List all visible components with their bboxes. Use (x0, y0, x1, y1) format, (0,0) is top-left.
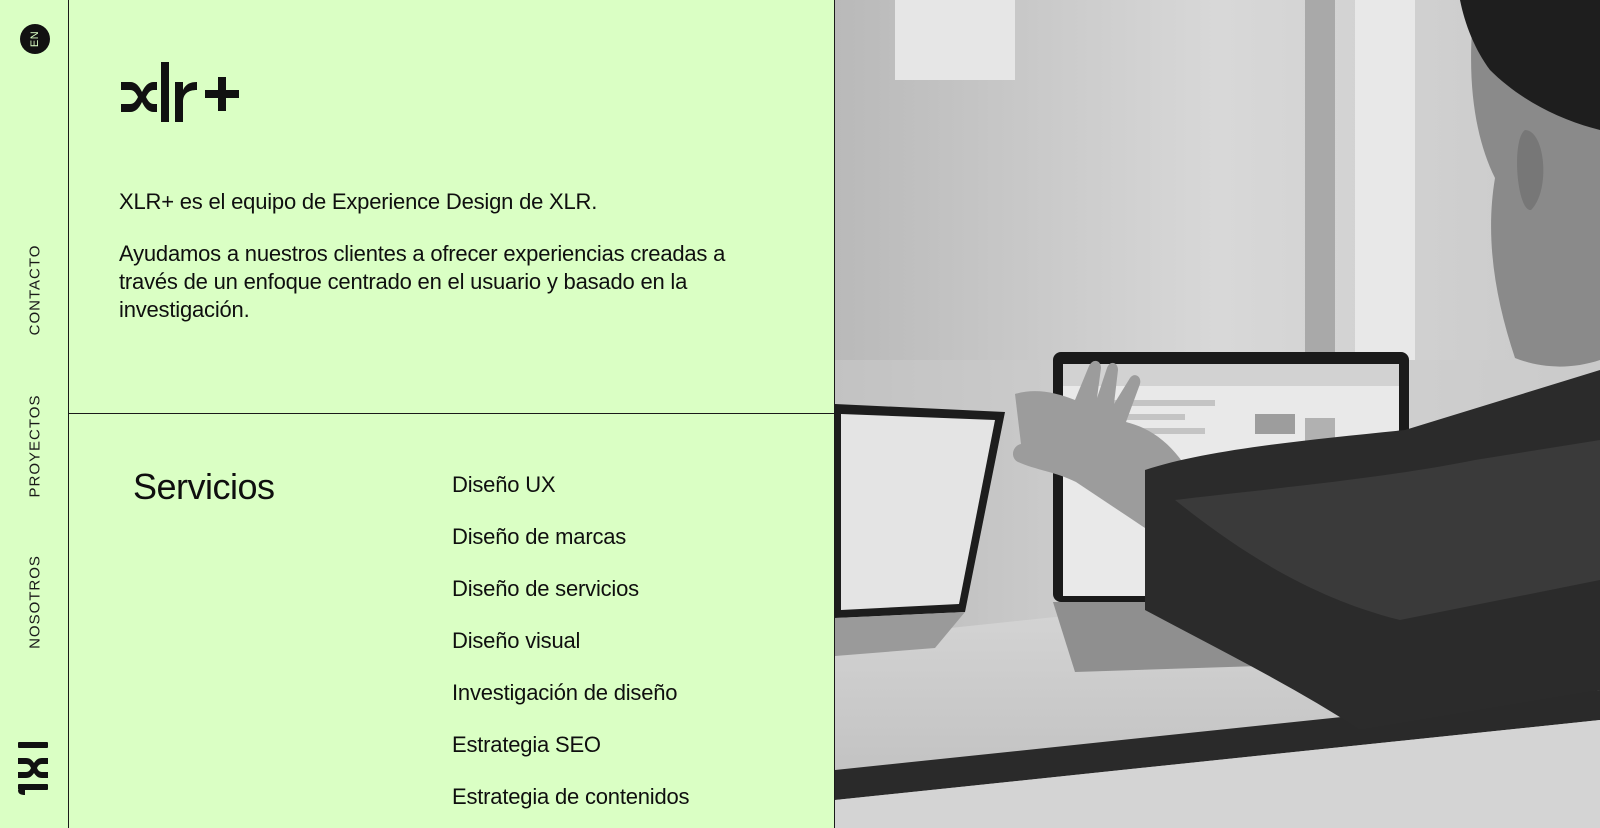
xlr-plus-logo-icon[interactable] (121, 60, 241, 124)
xlr-logo-icon[interactable] (14, 740, 52, 796)
hero-photo (835, 0, 1600, 828)
service-item-ux[interactable]: Diseño UX (452, 471, 689, 523)
nav-contacto[interactable]: CONTACTO (27, 245, 44, 336)
intro-line-1: XLR+ es el equipo de Experience Design d… (119, 189, 598, 214)
section-divider (69, 413, 835, 414)
nav-nosotros[interactable]: NOSOTROS (27, 555, 44, 649)
service-item-investigacion[interactable]: Investigación de diseño (452, 679, 689, 731)
service-item-marcas[interactable]: Diseño de marcas (452, 523, 689, 575)
service-item-seo[interactable]: Estrategia SEO (452, 731, 689, 783)
main-content: XLR+ es el equipo de Experience Design d… (69, 0, 835, 828)
service-item-servicios[interactable]: Diseño de servicios (452, 575, 689, 627)
intro-text: XLR+ es el equipo de Experience Design d… (119, 188, 779, 324)
language-switch-button[interactable]: EN (20, 24, 50, 54)
service-item-visual[interactable]: Diseño visual (452, 627, 689, 679)
nav-proyectos[interactable]: PROYECTOS (27, 395, 44, 498)
service-item-contenidos[interactable]: Estrategia de contenidos (452, 783, 690, 828)
side-rail: EN CONTACTO PROYECTOS NOSOTROS (0, 0, 69, 828)
page: EN CONTACTO PROYECTOS NOSOTROS XLR+ es e… (0, 0, 1600, 828)
services-list: Diseño UX Diseño de marcas Diseño de ser… (452, 471, 690, 828)
intro-line-2: Ayudamos a nuestros clientes a ofrecer e… (119, 241, 726, 322)
office-photo-illustration (835, 0, 1600, 828)
language-label: EN (29, 30, 41, 48)
services-title: Servicios (133, 466, 275, 507)
